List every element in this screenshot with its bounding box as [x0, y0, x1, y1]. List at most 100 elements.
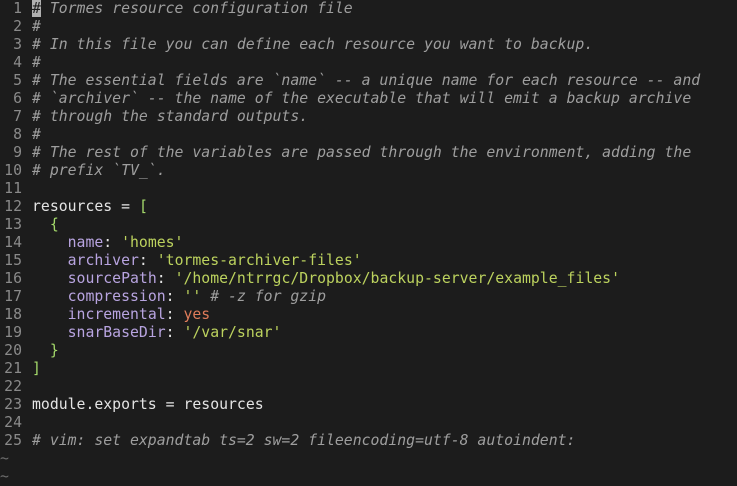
empty-buffer-marker: ~ — [0, 468, 9, 485]
code-text: name: 'homes' — [32, 234, 184, 252]
code-line[interactable]: 1 # Tormes resource configuration file — [0, 0, 737, 18]
code-text: module.exports = resources — [32, 396, 264, 414]
code-line[interactable]: 8 # — [0, 126, 737, 144]
code-line[interactable]: 2 # — [0, 18, 737, 36]
code-text: } — [32, 342, 59, 360]
code-token: # through the standard outputs. — [32, 108, 309, 125]
line-number: 15 — [4, 252, 22, 269]
code-text: snarBaseDir: '/var/snar' — [32, 324, 282, 342]
code-token: } — [49, 342, 59, 359]
line-number: 13 — [4, 216, 22, 233]
code-token: # `archiver` -- the name of the executab… — [32, 90, 692, 107]
line-number: 3 — [13, 36, 22, 53]
line-number: 22 — [4, 378, 22, 395]
code-text: sourcePath: '/home/ntrrgc/Dropbox/backup… — [32, 270, 620, 288]
code-token: [ — [138, 198, 148, 215]
code-line[interactable]: 14 name: 'homes' — [0, 234, 737, 252]
code-line[interactable]: 19 snarBaseDir: '/var/snar' — [0, 324, 737, 342]
code-token: # The rest of the variables are passed t… — [32, 144, 692, 161]
code-line[interactable]: 13 { — [0, 216, 737, 234]
code-line[interactable]: 18 incremental: yes — [0, 306, 737, 324]
code-token: : — [138, 252, 157, 269]
code-text: archiver: 'tormes-archiver-files' — [32, 252, 362, 270]
code-token: yes — [183, 306, 211, 323]
code-token: # vim: set expandtab ts=2 sw=2 fileencod… — [32, 432, 576, 449]
code-token: resources — [174, 396, 264, 413]
code-token: : — [165, 324, 184, 341]
code-token: # In this file you can define each resou… — [32, 36, 594, 53]
code-token: # — [32, 54, 41, 71]
line-number: 9 — [13, 144, 22, 161]
code-text: # The essential fields are `name` -- a u… — [32, 72, 700, 90]
code-line[interactable]: 7 # through the standard outputs. — [0, 108, 737, 126]
code-token: incremental — [67, 306, 166, 323]
code-token: name — [67, 234, 104, 251]
line-number: 16 — [4, 270, 22, 287]
code-line[interactable]: 4 # — [0, 54, 737, 72]
empty-buffer-marker: ~ — [0, 450, 9, 467]
code-text: resources = [ — [32, 198, 148, 216]
code-line[interactable]: 3 # In this file you can define each reso… — [0, 36, 737, 54]
code-token: module.exports — [32, 396, 166, 413]
line-number: 1 — [13, 0, 22, 17]
code-token: snarBaseDir — [67, 324, 166, 341]
code-line[interactable]: 10 # prefix `TV_`. — [0, 162, 737, 180]
code-text: # prefix `TV_`. — [32, 162, 166, 180]
code-token: : — [165, 288, 184, 305]
code-token: resources — [32, 198, 122, 215]
code-token: # The essential fields are `name` -- a u… — [32, 72, 701, 89]
line-number: 23 — [4, 396, 22, 413]
code-line[interactable]: 24 — [0, 414, 737, 432]
code-line[interactable]: 25 # vim: set expandtab ts=2 sw=2 fileenc… — [0, 432, 737, 450]
code-line[interactable]: 11 — [0, 180, 737, 198]
code-line[interactable]: 23 module.exports = resources — [0, 396, 737, 414]
code-text: # — [32, 126, 41, 144]
code-line[interactable]: 22 — [0, 378, 737, 396]
code-line[interactable]: 21] — [0, 360, 737, 378]
code-token: '/var/snar' — [183, 324, 282, 341]
code-text: # vim: set expandtab ts=2 sw=2 fileencod… — [32, 432, 575, 450]
code-token: : — [156, 270, 175, 287]
line-number: 11 — [4, 180, 22, 197]
code-token: # — [32, 18, 41, 35]
code-text: # — [32, 18, 41, 36]
code-token: archiver — [67, 252, 139, 269]
line-number: 21 — [4, 360, 22, 377]
code-line[interactable]: 12 resources = [ — [0, 198, 737, 216]
line-number: 25 — [4, 432, 22, 449]
line-number: 14 — [4, 234, 22, 251]
code-token: # -z for gzip — [210, 288, 327, 305]
code-text: # through the standard outputs. — [32, 108, 308, 126]
line-number: 10 — [4, 162, 22, 179]
vim-editor[interactable]: 1 # Tormes resource configuration file 2 #3… — [0, 0, 737, 485]
line-number: 12 — [4, 198, 22, 215]
line-number: 2 — [13, 18, 22, 35]
code-token: 'homes' — [121, 234, 184, 251]
code-token: sourcePath — [67, 270, 157, 287]
code-token: '' — [183, 288, 202, 305]
code-token: # — [32, 126, 41, 143]
code-token: : — [165, 306, 184, 323]
code-text: { — [32, 216, 59, 234]
code-line[interactable]: 17 compression: '' # -z for gzip — [0, 288, 737, 306]
line-number: 18 — [4, 306, 22, 323]
code-line[interactable]: 5 # The essential fields are `name` -- a … — [0, 72, 737, 90]
code-token: compression — [67, 288, 166, 305]
code-token: 'tormes-archiver-files' — [156, 252, 362, 269]
code-line[interactable]: 20 } — [0, 342, 737, 360]
code-line[interactable]: 15 archiver: 'tormes-archiver-files' — [0, 252, 737, 270]
line-number: 8 — [13, 126, 22, 143]
code-line[interactable]: 6 # `archiver` -- the name of the executa… — [0, 90, 737, 108]
code-text: compression: '' # -z for gzip — [32, 288, 326, 306]
code-token: ] — [32, 360, 41, 377]
line-number: 6 — [13, 90, 22, 107]
code-line[interactable]: 16 sourcePath: '/home/ntrrgc/Dropbox/bac… — [0, 270, 737, 288]
code-line[interactable]: 9 # The rest of the variables are passed … — [0, 144, 737, 162]
code-text: # Tormes resource configuration file — [32, 0, 353, 18]
